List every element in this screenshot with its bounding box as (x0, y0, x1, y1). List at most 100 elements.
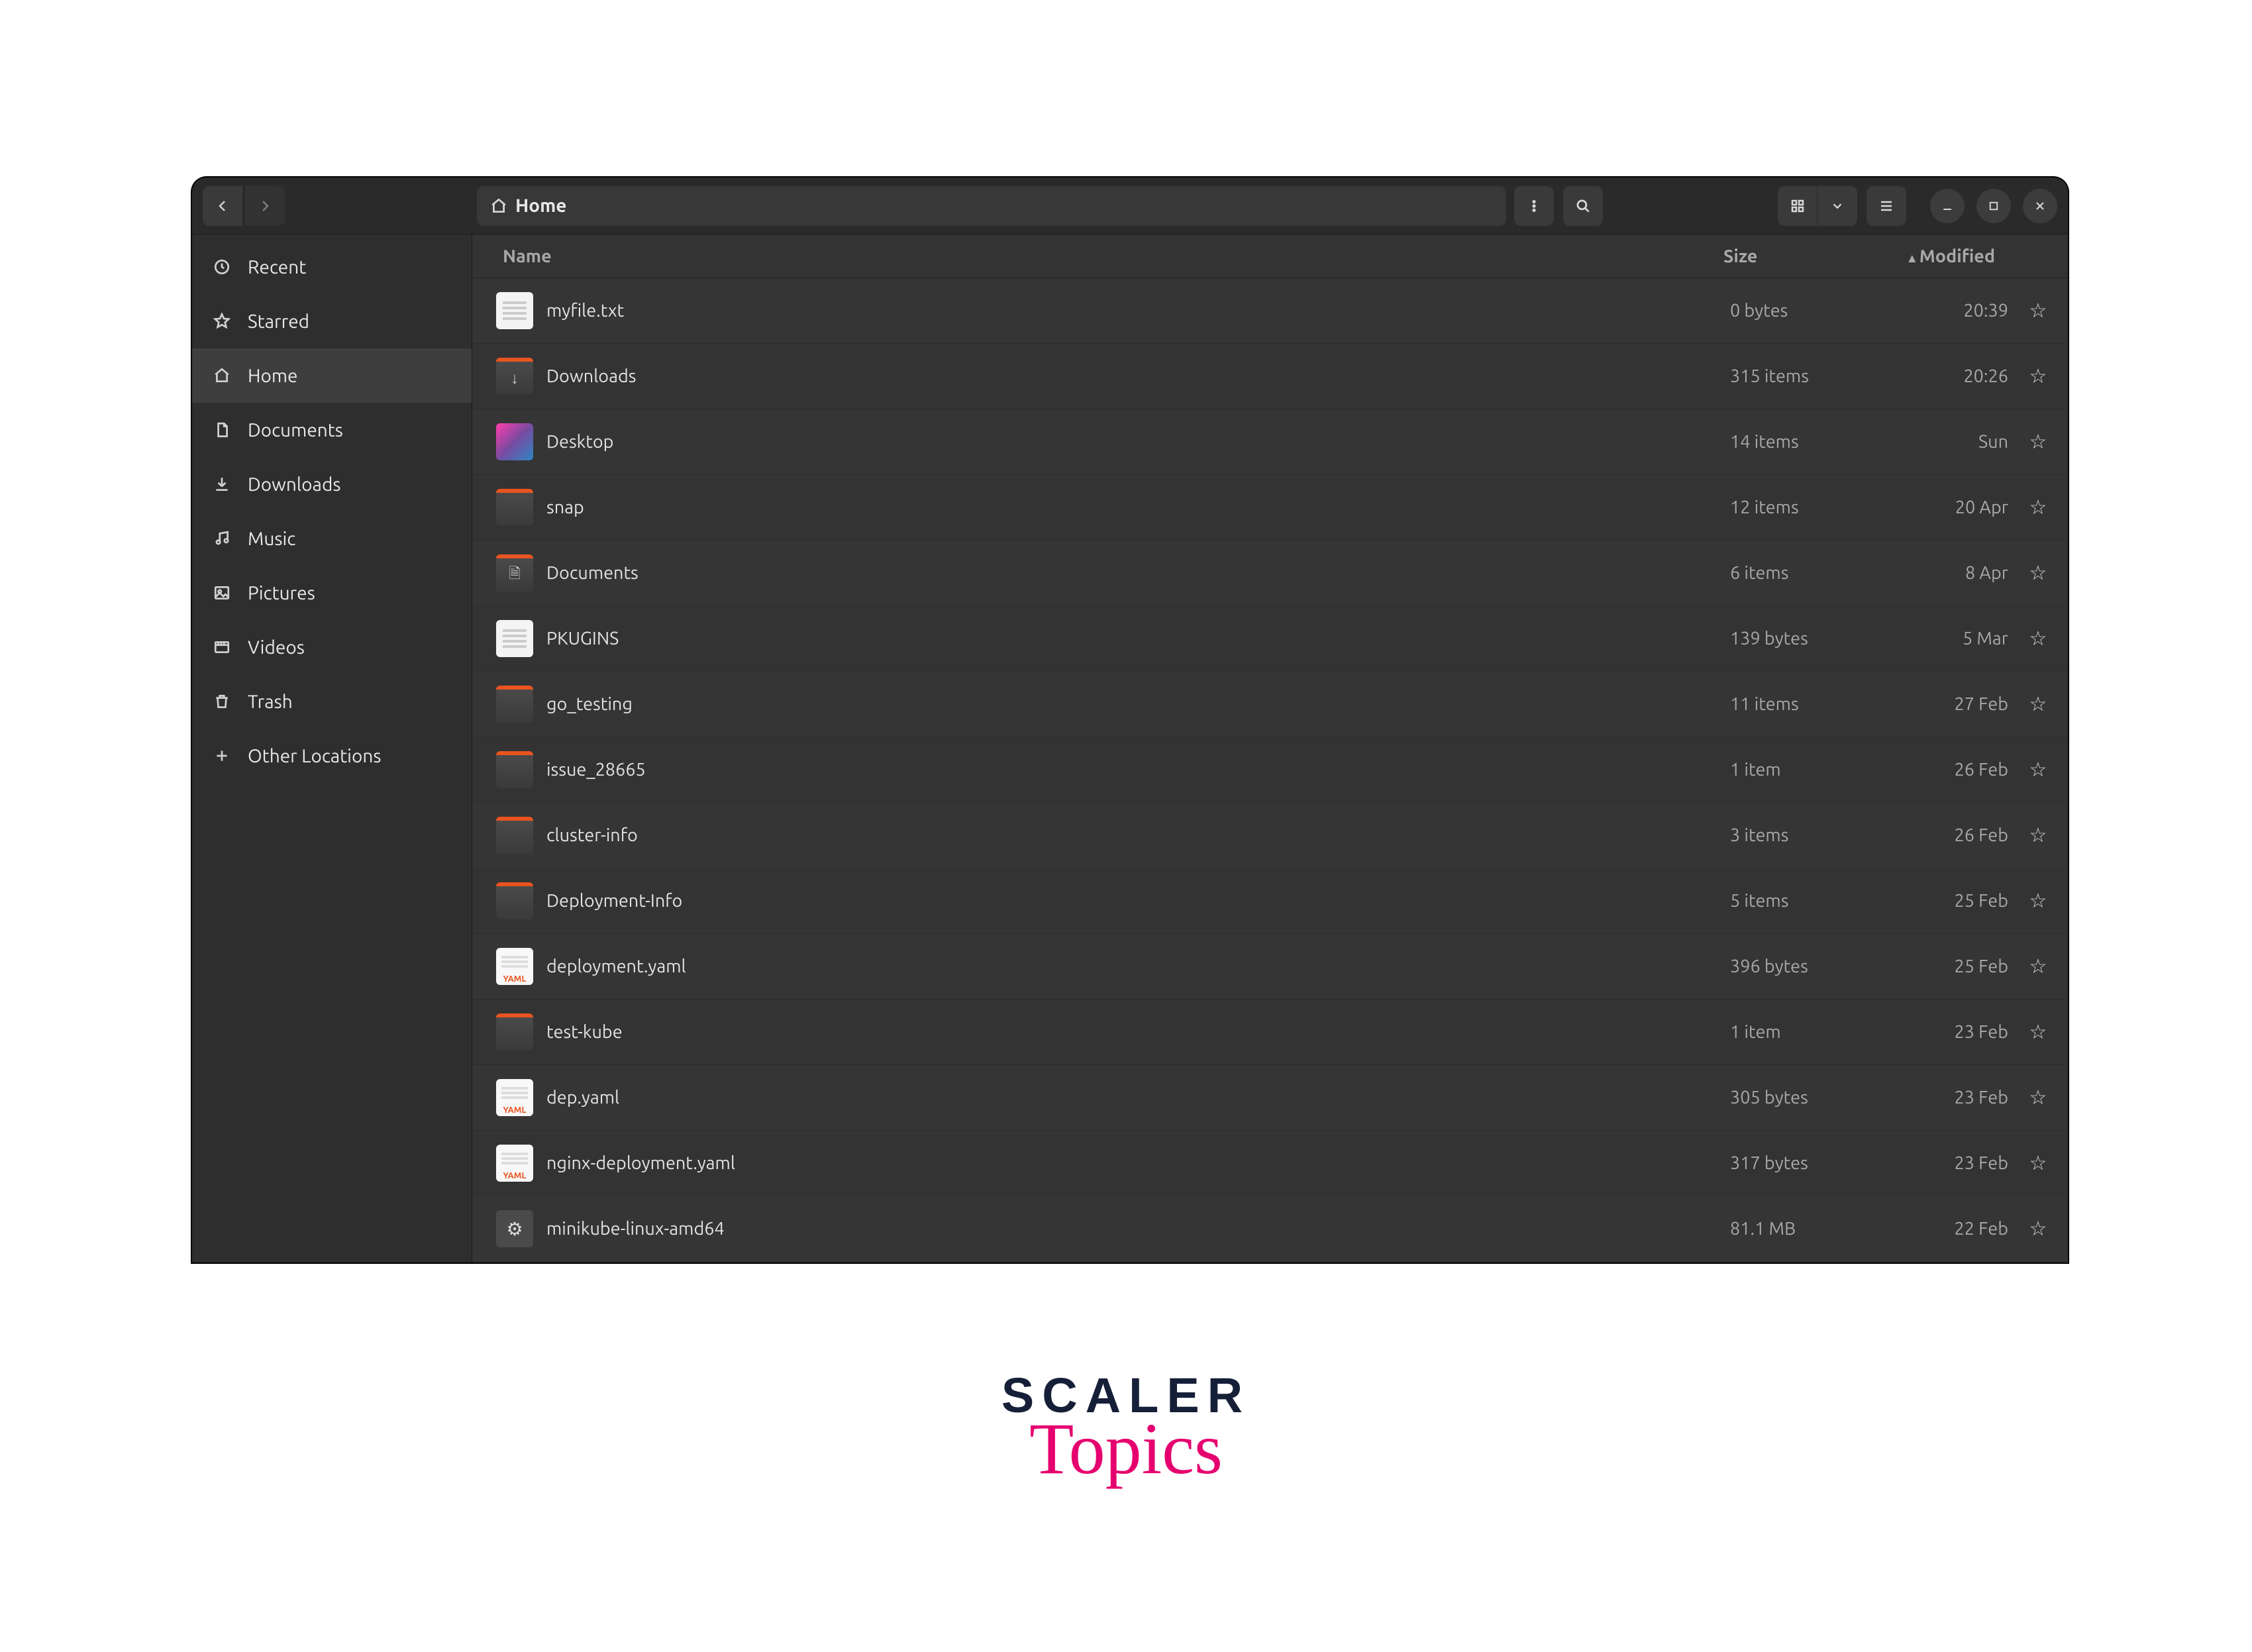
view-dropdown-button[interactable] (1817, 186, 1857, 226)
file-modified: 26 Feb (1869, 760, 2008, 780)
file-size: 81.1 MB (1730, 1219, 1869, 1239)
star-icon (2029, 1219, 2047, 1239)
file-row[interactable]: test-kube1 item23 Feb (472, 1000, 2068, 1065)
folder-icon (496, 489, 533, 526)
star-button[interactable] (2008, 364, 2068, 388)
file-row[interactable]: myfile.txt0 bytes20:39 (472, 278, 2068, 344)
sidebar-item-starred[interactable]: Starred (192, 294, 472, 348)
file-row[interactable]: Desktop14 itemsSun (472, 409, 2068, 475)
file-name: Documents (546, 563, 1730, 583)
file-name: nginx-deployment.yaml (546, 1153, 1730, 1173)
file-size: 14 items (1730, 432, 1869, 452)
star-icon (2029, 564, 2047, 584)
star-button[interactable] (2008, 955, 2068, 978)
file-row[interactable]: snap12 items20 Apr (472, 475, 2068, 541)
text-icon (496, 292, 533, 329)
folder-doc-icon (496, 554, 533, 592)
file-row[interactable]: minikube-linux-amd6481.1 MB22 Feb (472, 1196, 2068, 1262)
forward-button[interactable] (245, 186, 285, 226)
file-name: myfile.txt (546, 301, 1730, 321)
watermark: SCALER Topics (1001, 1371, 1251, 1485)
file-row[interactable]: go_testing11 items27 Feb (472, 672, 2068, 737)
sidebar-item-downloads[interactable]: Downloads (192, 457, 472, 511)
star-button[interactable] (2008, 430, 2068, 454)
star-icon (2029, 1154, 2047, 1174)
path-menu-button[interactable] (1514, 186, 1554, 226)
star-icon (2029, 1088, 2047, 1108)
videos-icon (211, 639, 233, 656)
file-modified: 27 Feb (1869, 694, 2008, 714)
file-row[interactable]: cluster-info3 items26 Feb (472, 803, 2068, 868)
star-button[interactable] (2008, 889, 2068, 913)
file-size: 305 bytes (1730, 1088, 1869, 1108)
sidebar-item-recent[interactable]: Recent (192, 240, 472, 294)
star-button[interactable] (2008, 627, 2068, 650)
sidebar-item-label: Downloads (248, 474, 340, 495)
home-icon (211, 367, 233, 384)
file-size: 1 item (1730, 760, 1869, 780)
file-row[interactable]: deployment.yaml396 bytes25 Feb (472, 934, 2068, 1000)
star-button[interactable] (2008, 823, 2068, 847)
col-name-header[interactable]: Name (472, 246, 1723, 266)
back-button[interactable] (203, 186, 242, 226)
file-modified: 20:26 (1869, 366, 2008, 386)
file-row[interactable]: issue_286651 item26 Feb (472, 737, 2068, 803)
file-row[interactable]: Deployment-Info5 items25 Feb (472, 868, 2068, 934)
file-row[interactable]: Downloads315 items20:26 (472, 344, 2068, 409)
sidebar: Recent Starred HomeDocuments Downloads Music… (192, 234, 472, 1263)
file-modified: 5 Mar (1869, 629, 2008, 648)
file-name: go_testing (546, 694, 1730, 714)
file-row[interactable]: Documents6 items8 Apr (472, 541, 2068, 606)
sidebar-item-pictures[interactable]: Pictures (192, 566, 472, 620)
star-button[interactable] (2008, 1086, 2068, 1110)
file-row[interactable]: dep.yaml305 bytes23 Feb (472, 1065, 2068, 1131)
file-modified: Sun (1869, 432, 2008, 452)
file-size: 3 items (1730, 825, 1869, 845)
sidebar-item-home[interactable]: Home (192, 348, 472, 403)
sidebar-item-label: Trash (248, 692, 293, 712)
col-size-header[interactable]: Size (1723, 246, 1863, 266)
sidebar-item-videos[interactable]: Videos (192, 620, 472, 674)
star-button[interactable] (2008, 495, 2068, 519)
sidebar-item-label: Starred (248, 311, 309, 332)
sidebar-item-trash[interactable]: Trash (192, 674, 472, 729)
star-button[interactable] (2008, 758, 2068, 782)
star-button[interactable] (2008, 561, 2068, 585)
star-icon (2029, 433, 2047, 452)
file-name: Desktop (546, 432, 1730, 452)
search-button[interactable] (1563, 186, 1603, 226)
col-modified-header[interactable]: Modified (1863, 246, 2008, 266)
maximize-button[interactable] (1976, 189, 2011, 223)
file-name: deployment.yaml (546, 956, 1730, 976)
content-pane: Name Size Modified myfile.txt0 bytes20:3… (472, 234, 2068, 1263)
file-size: 11 items (1730, 694, 1869, 714)
file-name: dep.yaml (546, 1088, 1730, 1108)
star-icon (2029, 301, 2047, 321)
pathbar[interactable]: Home (477, 186, 1506, 226)
home-icon (490, 197, 507, 215)
close-button[interactable] (2023, 189, 2057, 223)
star-icon (2029, 498, 2047, 518)
file-size: 5 items (1730, 891, 1869, 911)
view-grid-button[interactable] (1778, 186, 1817, 226)
sidebar-item-other-locations[interactable]: Other Locations (192, 729, 472, 783)
column-headers: Name Size Modified (472, 234, 2068, 278)
star-button[interactable] (2008, 1020, 2068, 1044)
minimize-button[interactable] (1930, 189, 1965, 223)
star-button[interactable] (2008, 1151, 2068, 1175)
file-size: 0 bytes (1730, 301, 1869, 321)
file-row[interactable]: PKUGINS139 bytes5 Mar (472, 606, 2068, 672)
star-button[interactable] (2008, 692, 2068, 716)
file-row[interactable]: nginx-deployment.yaml317 bytes23 Feb (472, 1131, 2068, 1196)
sidebar-item-label: Videos (248, 637, 305, 658)
nav-buttons (203, 186, 285, 226)
star-icon (2029, 957, 2047, 977)
sidebar-item-documents[interactable]: Documents (192, 403, 472, 457)
sidebar-item-music[interactable]: Music (192, 511, 472, 566)
star-button[interactable] (2008, 299, 2068, 323)
file-modified: 22 Feb (1869, 1219, 2008, 1239)
starred-icon (211, 313, 233, 330)
hamburger-menu-button[interactable] (1867, 186, 1906, 226)
other-icon (211, 747, 233, 764)
star-button[interactable] (2008, 1217, 2068, 1241)
